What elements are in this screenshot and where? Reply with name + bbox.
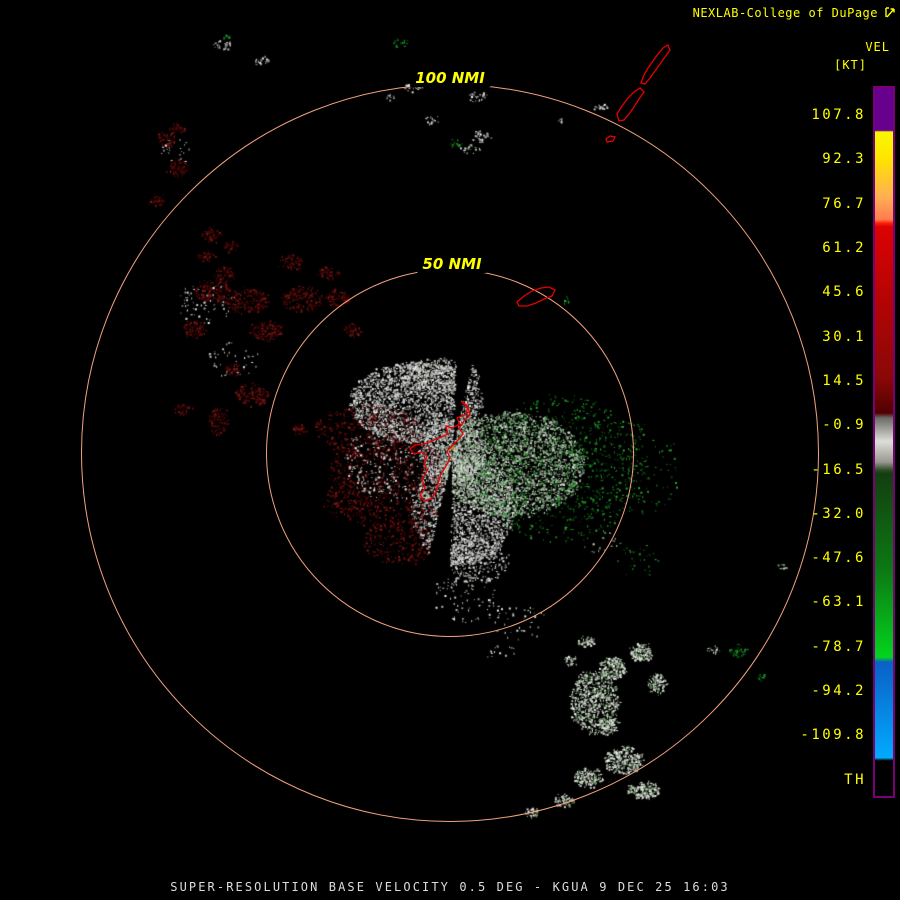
colorbar-ticks: 107.8 92.3 76.7 61.2 45.6 30.1 14.5 -0.9… xyxy=(776,93,866,802)
range-label-50nmi: 50 NMI xyxy=(417,255,487,273)
product-caption: SUPER-RESOLUTION BASE VELOCITY 0.5 DEG -… xyxy=(170,880,730,894)
coastline-tinian xyxy=(616,87,645,122)
range-label-100nmi: 100 NMI xyxy=(410,69,490,87)
coastline-overlay xyxy=(409,44,671,502)
colorbar-tick: 61.2 xyxy=(822,240,866,257)
coastline-aguijan xyxy=(605,135,616,143)
colorbar-tick: -47.6 xyxy=(811,550,866,567)
colorbar-unit-sub: [KT] xyxy=(834,58,867,72)
colorbar-gradient xyxy=(873,86,895,798)
colorbar-tick: -32.0 xyxy=(811,505,866,522)
colorbar-tick: 14.5 xyxy=(822,372,866,389)
colorbar-tick: -78.7 xyxy=(811,638,866,655)
colorbar-tick: -0.9 xyxy=(822,417,866,434)
colorbar-tick: 107.8 xyxy=(811,107,866,124)
coastline-saipan xyxy=(640,44,671,85)
colorbar-tick: 76.7 xyxy=(822,195,866,212)
colorbar-tick: -109.8 xyxy=(800,727,866,744)
colorbar-tick: 30.1 xyxy=(822,328,866,345)
colorbar-tick: 92.3 xyxy=(822,151,866,168)
coastline-rota xyxy=(516,286,556,307)
colorbar-tick: -94.2 xyxy=(811,683,866,699)
colorbar-tick-threshold: TH xyxy=(844,771,866,788)
colorbar: VEL [KT] 107.8 92.3 76.7 61.2 45.6 30.1 … xyxy=(800,0,900,830)
coastline-guam xyxy=(409,400,471,502)
colorbar-tick: -63.1 xyxy=(811,594,866,611)
colorbar-tick: 45.6 xyxy=(822,284,866,301)
radar-display: 100 NMI 50 NMI NEXLAB-College of DuPage … xyxy=(0,0,900,900)
colorbar-tick: -16.5 xyxy=(811,461,866,478)
colorbar-unit-label: VEL xyxy=(865,40,890,54)
